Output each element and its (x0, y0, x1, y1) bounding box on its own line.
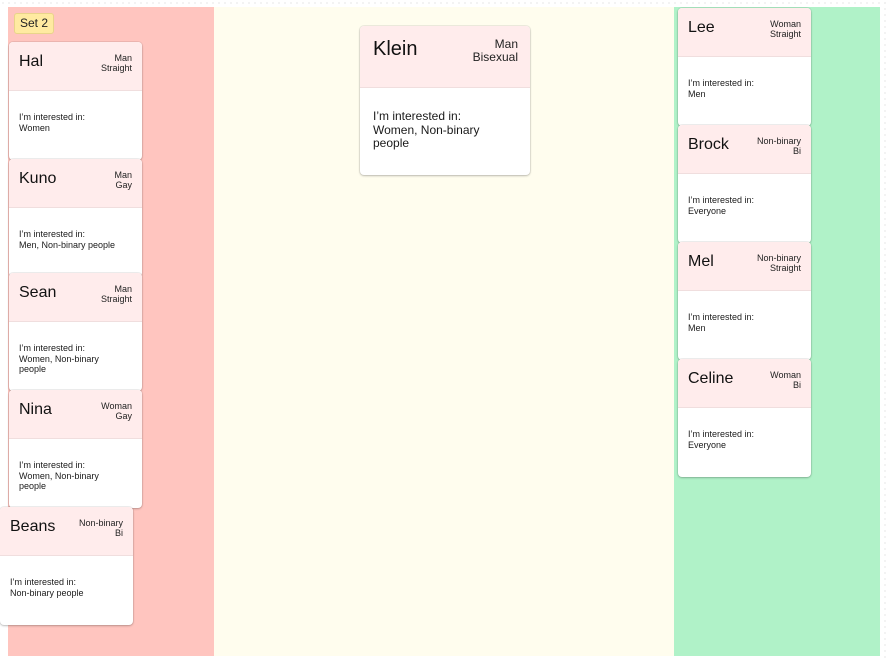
profile-card[interactable]: Brock Non-binary Bi I’m interested in: Every… (678, 125, 811, 243)
profile-card[interactable]: Hal Man Straight I’m interested in: Women (9, 42, 142, 160)
card-name: Sean (19, 284, 57, 301)
interest-value: Non-binary people (10, 587, 84, 598)
interest-value: people (19, 364, 47, 374)
card-gender: Woman (101, 401, 132, 411)
profile-card[interactable]: Kuno Man Gay I’m interested in: Men, Non-bin… (9, 159, 142, 277)
interest-value: Women, Non-binary (19, 470, 99, 481)
card-header: Nina Woman Gay (9, 390, 142, 439)
interest-value: Women, Non-binary (19, 353, 99, 364)
card-header: Mel Non-binary Straight (678, 242, 811, 291)
card-orientation: Bi (114, 528, 123, 538)
card-gender: Non-binary (756, 136, 801, 146)
profile-card[interactable]: Lee Woman Straight I’m interested in: Men (678, 8, 811, 126)
canvas-dot-grid-right (882, 0, 890, 662)
card-body: I’m interested in: Everyone (678, 408, 811, 450)
interest-value: Everyone (688, 205, 727, 216)
card-body: I’m interested in: Everyone (678, 174, 811, 216)
card-name: Brock (688, 136, 729, 153)
card-header: Hal Man Straight (9, 42, 142, 91)
card-orientation: Straight (769, 263, 801, 273)
card-body: I’m interested in: Men (678, 291, 811, 333)
card-header: Brock Non-binary Bi (678, 125, 811, 174)
interest-value: Women (19, 122, 50, 133)
card-name: Hal (19, 53, 44, 70)
card-gender: Man (114, 284, 132, 294)
card-orientation: Gay (115, 180, 132, 190)
card-header: Beans Non-binary Bi (0, 507, 133, 556)
card-orientation: Straight (769, 29, 801, 39)
card-header: Kuno Man Gay (9, 159, 142, 208)
card-orientation: Gay (115, 411, 132, 421)
interest-prefix: I’m interested in: (688, 78, 755, 88)
card-body: I’m interested in: Women (9, 91, 142, 133)
card-gender: Non-binary (78, 518, 123, 528)
card-gender: Woman (770, 370, 801, 380)
card-orientation: Bi (792, 380, 801, 390)
card-header: Celine Woman Bi (678, 359, 811, 408)
interest-value: people (373, 136, 410, 150)
card-name: Mel (688, 253, 714, 270)
interest-prefix: I’m interested in: (373, 109, 462, 123)
profile-card[interactable]: Celine Woman Bi I’m interested in: Everyone (678, 359, 811, 477)
profile-card[interactable]: Klein Man Bisexual I’m interested in: Women,… (360, 26, 530, 175)
interest-prefix: I’m interested in: (19, 112, 86, 122)
card-name: Nina (19, 401, 52, 418)
interest-prefix: I’m interested in: (688, 312, 755, 322)
card-gender: Man (114, 53, 132, 63)
board: Set 2 Hal Man Straight I’m interested in: Wo… (0, 0, 890, 662)
card-header: Sean Man Straight (9, 273, 142, 322)
set-label-sticky[interactable]: Set 2 (14, 13, 55, 34)
canvas-dot-grid-top (0, 0, 890, 6)
card-body: I’m interested in: Women, Non-binary peopl… (9, 322, 142, 375)
card-gender: Man (114, 170, 132, 180)
card-identity: Man Bisexual (473, 38, 518, 64)
card-identity: Woman Gay (101, 401, 132, 421)
interest-prefix: I’m interested in: (688, 429, 755, 439)
interest-value: Women, Non-binary (373, 122, 480, 137)
card-orientation: Bisexual (472, 50, 518, 64)
card-gender: Woman (770, 19, 801, 29)
profile-card[interactable]: Beans Non-binary Bi I’m interested in: Non-b… (0, 507, 133, 625)
card-orientation: Straight (100, 63, 132, 73)
card-identity: Non-binary Straight (757, 253, 801, 273)
card-identity: Non-binary Bi (757, 136, 801, 156)
interest-prefix: I’m interested in: (19, 343, 86, 353)
interest-value: Men (688, 88, 706, 99)
card-identity: Man Straight (101, 53, 132, 73)
card-name: Lee (688, 19, 715, 36)
interest-value: people (19, 481, 47, 491)
card-body: I’m interested in: Women, Non-binary peopl… (360, 88, 530, 151)
card-identity: Woman Straight (770, 19, 801, 39)
card-header: Lee Woman Straight (678, 8, 811, 57)
card-name: Celine (688, 370, 734, 387)
profile-card[interactable]: Sean Man Straight I’m interested in: Women, … (9, 273, 142, 391)
interest-prefix: I’m interested in: (19, 229, 86, 239)
card-name: Beans (10, 518, 56, 535)
card-header: Klein Man Bisexual (360, 26, 530, 88)
interest-value: Everyone (688, 439, 727, 450)
card-body: I’m interested in: Non-binary people (0, 556, 133, 598)
card-orientation: Bi (792, 146, 801, 156)
interest-prefix: I’m interested in: (688, 195, 755, 205)
card-identity: Man Gay (114, 170, 132, 190)
card-body: I’m interested in: Women, Non-binary peopl… (9, 439, 142, 492)
card-name: Kuno (19, 170, 57, 187)
interest-prefix: I’m interested in: (10, 577, 77, 587)
card-identity: Man Straight (101, 284, 132, 304)
card-identity: Non-binary Bi (79, 518, 123, 538)
card-gender: Non-binary (756, 253, 801, 263)
interest-value: Men (688, 322, 706, 333)
interest-value: Men, Non-binary people (19, 239, 116, 250)
card-name: Klein (373, 38, 418, 60)
card-body: I’m interested in: Men (678, 57, 811, 99)
profile-card[interactable]: Mel Non-binary Straight I’m interested in: M… (678, 242, 811, 360)
interest-prefix: I’m interested in: (19, 460, 86, 470)
card-identity: Woman Bi (770, 370, 801, 390)
profile-card[interactable]: Nina Woman Gay I’m interested in: Women, Non… (9, 390, 142, 508)
card-orientation: Straight (100, 294, 132, 304)
card-body: I’m interested in: Men, Non-binary people (9, 208, 142, 250)
